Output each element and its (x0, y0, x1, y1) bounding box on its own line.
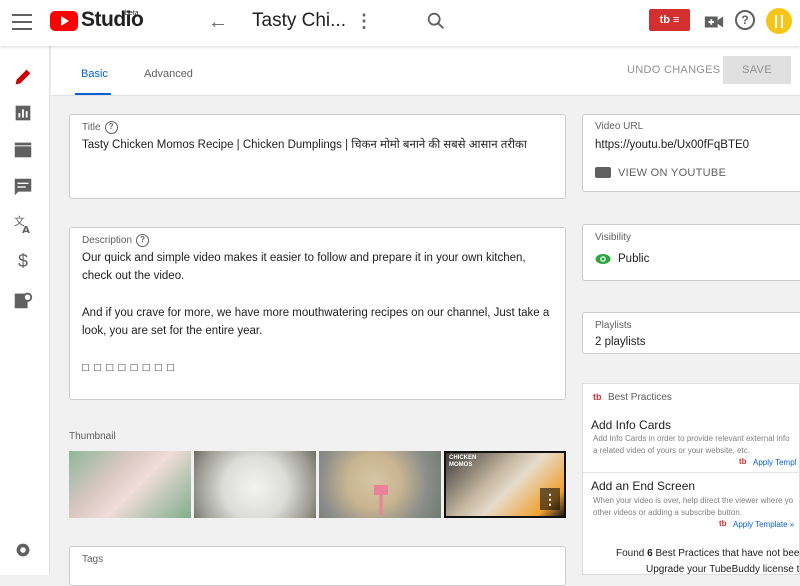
video-url-link[interactable]: https://youtu.be/Ux00fFqBTE0 (595, 136, 749, 154)
playlists-label: Playlists (595, 320, 632, 331)
tubebuddy-logo-icon: tb (739, 457, 747, 466)
avatar[interactable] (766, 8, 792, 34)
best-practices-panel: tb Best Practices Add Info Cards Add Inf… (582, 383, 800, 575)
eye-icon (595, 254, 611, 264)
description-line: And if you crave for more, we have more … (82, 307, 550, 319)
search-icon[interactable] (425, 10, 447, 32)
sidebar: 文 A $ (0, 46, 50, 575)
title-field[interactable]: Title? Tasty Chicken Momos Recipe | Chic… (69, 114, 566, 199)
tubebuddy-logo-icon: tb (719, 519, 727, 528)
info-cards-desc: Add Info Cards in order to provide relev… (593, 434, 790, 443)
thumbnail-label: Thumbnail (69, 431, 116, 442)
thumbnail-option[interactable] (319, 451, 441, 518)
title-label: Title? (82, 121, 118, 134)
upgrade-text: Upgrade your TubeBuddy license t (646, 564, 800, 575)
active-tab-indicator (75, 93, 111, 95)
description-line: Our quick and simple video makes it easi… (82, 252, 526, 264)
description-line: look, you are set for the entire year. (82, 325, 263, 337)
create-video-icon[interactable] (703, 11, 725, 33)
fork-knife-icon (775, 15, 783, 28)
description-line: check out the video. (82, 270, 185, 282)
video-url-label: Video URL (595, 121, 644, 132)
pink-stand-graphic (374, 485, 388, 515)
video-title: Tasty Chi... (252, 10, 346, 31)
title-input-value[interactable]: Tasty Chicken Momos Recipe | Chicken Dum… (82, 136, 527, 154)
translate-icon[interactable]: 文 A (12, 213, 34, 235)
thumbnail-option[interactable] (69, 451, 191, 518)
monetization-dollar-icon[interactable]: $ (12, 251, 34, 273)
best-practices-header: Best Practices (608, 392, 672, 403)
youtube-play-icon (595, 167, 611, 178)
tubebuddy-logo-icon: tb (593, 392, 602, 402)
help-question-icon[interactable]: ? (104, 121, 118, 134)
tab-advanced[interactable]: Advanced (144, 68, 193, 80)
analytics-icon[interactable] (12, 102, 34, 124)
playlists-dropdown[interactable]: Playlists 2 playlists (582, 312, 800, 354)
apply-template-link[interactable]: Apply Template » (733, 520, 794, 529)
visibility-value: Public (618, 253, 650, 265)
back-arrow-icon[interactable]: ← (208, 11, 228, 34)
undo-changes-button[interactable]: UNDO CHANGES (627, 64, 720, 76)
youtube-logo-icon[interactable] (50, 11, 78, 31)
info-cards-title: Add Info Cards (591, 418, 672, 432)
info-cards-desc: a related video of yours or your website… (593, 446, 750, 455)
visibility-label: Visibility (595, 232, 631, 243)
apply-template-link[interactable]: Apply Templ (753, 458, 796, 467)
tags-field[interactable]: Tags (69, 546, 566, 586)
help-question-icon[interactable]: ? (136, 234, 150, 247)
menu-icon[interactable] (12, 14, 32, 30)
settings-gear-icon[interactable] (12, 539, 34, 561)
beta-label: beta (125, 10, 139, 17)
description-field[interactable]: Description? Our quick and simple video … (69, 227, 566, 400)
tags-label: Tags (82, 554, 104, 565)
thumbnail-option-selected[interactable]: CHICKEN MOMOS ⋮ (444, 451, 566, 518)
comments-icon[interactable] (12, 176, 34, 198)
end-screen-desc: other videos or adding a subscribe butto… (593, 508, 742, 517)
thumbnail-option[interactable] (194, 451, 316, 518)
save-button[interactable]: SAVE (723, 56, 791, 84)
thumbnail-more-icon[interactable]: ⋮ (540, 488, 560, 510)
svg-text:A: A (22, 225, 30, 235)
top-bar: Studio beta ← Tasty Chi... ⋮ tb ≡ ? (0, 0, 800, 46)
edit-pencil-icon[interactable] (12, 66, 34, 88)
found-best-practices-text: Found 6 Best Practices that have not bee (616, 548, 800, 559)
playlists-value: 2 playlists (595, 336, 646, 348)
tab-basic[interactable]: Basic (81, 68, 108, 80)
description-label: Description? (82, 234, 150, 247)
more-options-icon[interactable]: ⋮ (355, 11, 373, 32)
video-url-card: Video URL https://youtu.be/Ux00fFqBTE0 V… (582, 114, 800, 192)
description-line: □ □ □ □ □ □ □ □ (82, 362, 175, 374)
visibility-dropdown[interactable]: Visibility Public (582, 224, 800, 281)
end-screen-title: Add an End Screen (591, 479, 696, 493)
editor-clapper-icon[interactable] (12, 139, 34, 161)
thumbnail-caption: CHICKEN MOMOS (449, 455, 477, 468)
divider (583, 472, 799, 473)
tubebuddy-button[interactable]: tb ≡ (649, 9, 690, 31)
end-screen-desc: When your video is over, help direct the… (593, 496, 794, 505)
audio-library-icon[interactable] (12, 289, 34, 311)
help-icon[interactable]: ? (735, 10, 755, 30)
view-on-youtube-link[interactable]: VIEW ON YOUTUBE (618, 167, 726, 179)
editor-header: Basic Advanced UNDO CHANGES SAVE (51, 46, 800, 96)
